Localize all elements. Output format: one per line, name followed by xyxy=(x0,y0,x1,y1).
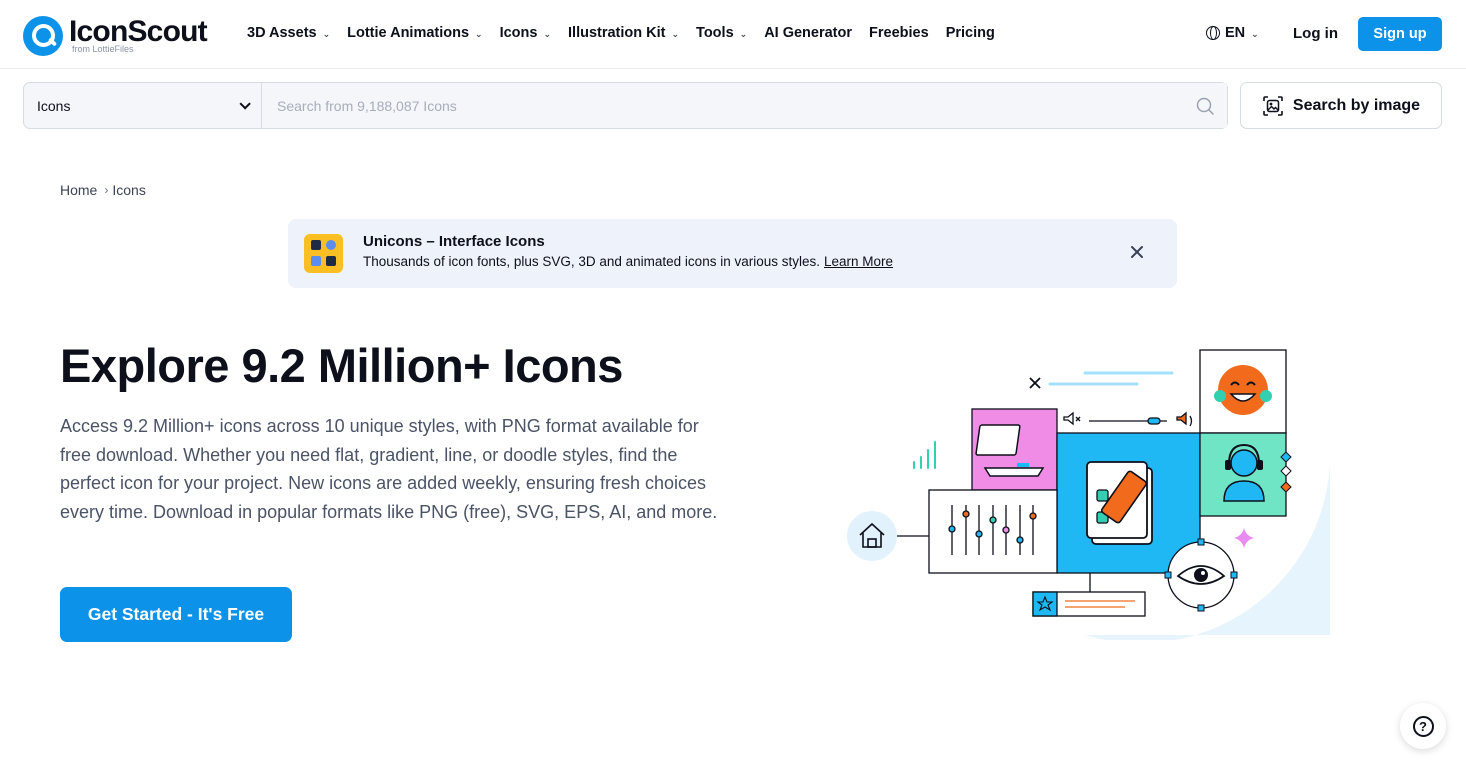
nav-pricing[interactable]: Pricing xyxy=(946,25,995,41)
chevron-down-icon: ⌄ xyxy=(543,28,552,39)
search-icon[interactable] xyxy=(1196,97,1214,115)
nav-icons[interactable]: Icons ⌄ xyxy=(500,25,551,41)
signal-bars-icon xyxy=(913,441,936,469)
get-started-button[interactable]: Get Started - It's Free xyxy=(60,587,292,642)
hero-illustration xyxy=(847,349,1330,640)
close-doodle-icon xyxy=(1029,377,1041,389)
nav-freebies[interactable]: Freebies xyxy=(869,25,929,41)
asset-type-value: Icons xyxy=(37,97,71,114)
breadcrumb-current: Icons xyxy=(112,182,146,198)
hero-description: Access 9.2 Million+ icons across 10 uniq… xyxy=(60,416,718,522)
nav-3d-assets[interactable]: 3D Assets ⌄ xyxy=(247,25,330,41)
breadcrumb-separator: › xyxy=(104,183,109,197)
search-by-image-label: Search by image xyxy=(1292,96,1421,114)
logo-wordmark: IconScout xyxy=(69,15,208,48)
chevron-down-icon: ⌄ xyxy=(1251,28,1259,39)
help-icon: ? xyxy=(1412,715,1434,737)
top-navigation: IconScout from LottieFiles 3D Assets ⌄ Lo… xyxy=(0,0,1466,69)
nav-tools[interactable]: Tools ⌄ xyxy=(696,25,747,41)
chevron-down-icon: ⌄ xyxy=(739,28,748,39)
volume-slider-icon xyxy=(1063,411,1193,427)
unicons-icon xyxy=(304,234,343,273)
signup-button[interactable]: Sign up xyxy=(1358,17,1442,51)
chevron-down-icon: ⌄ xyxy=(322,28,331,39)
chevron-down-icon xyxy=(239,97,251,110)
image-search-icon xyxy=(1263,95,1283,116)
nav-ai-generator[interactable]: AI Generator xyxy=(764,25,852,41)
main-menu: 3D Assets ⌄ Lottie Animations ⌄ Icons ⌄ Ill… xyxy=(247,25,1012,41)
chevron-down-icon: ⌄ xyxy=(671,28,680,39)
language-selector[interactable]: EN ⌄ xyxy=(1206,25,1259,41)
logo-search-icon xyxy=(23,16,63,56)
learn-more-link[interactable]: Learn More xyxy=(824,254,893,269)
language-label: EN xyxy=(1225,25,1246,41)
search-bar: Icons xyxy=(23,82,1228,129)
login-link[interactable]: Log in xyxy=(1293,25,1338,42)
breadcrumb: Home › Icons xyxy=(60,182,146,198)
sparkle-icon xyxy=(1234,528,1254,548)
breadcrumb-home[interactable]: Home xyxy=(60,182,97,198)
hero-title: Explore 9.2 Million+ Icons xyxy=(60,339,623,392)
diamond-markers xyxy=(1280,451,1292,493)
banner-description: Thousands of icon fonts, plus SVG, 3D an… xyxy=(363,254,894,269)
search-by-image-button[interactable]: Search by image xyxy=(1240,82,1442,129)
search-input[interactable] xyxy=(262,83,1227,128)
chevron-down-icon: ⌄ xyxy=(475,28,483,39)
promo-banner: Unicons – Interface Icons Thousands of i… xyxy=(288,219,1177,288)
nav-illustration-kit[interactable]: Illustration Kit ⌄ xyxy=(568,25,679,41)
asset-type-select[interactable]: Icons xyxy=(24,83,262,128)
iconscout-logo[interactable]: IconScout from LottieFiles xyxy=(23,15,208,56)
banner-title: Unicons – Interface Icons xyxy=(363,233,545,250)
help-button[interactable]: ? xyxy=(1400,703,1446,749)
globe-icon xyxy=(1206,26,1220,40)
nav-lottie-animations[interactable]: Lottie Animations ⌄ xyxy=(347,25,482,41)
checklist-pencil-icon xyxy=(1086,461,1153,545)
close-icon[interactable] xyxy=(1129,244,1145,260)
